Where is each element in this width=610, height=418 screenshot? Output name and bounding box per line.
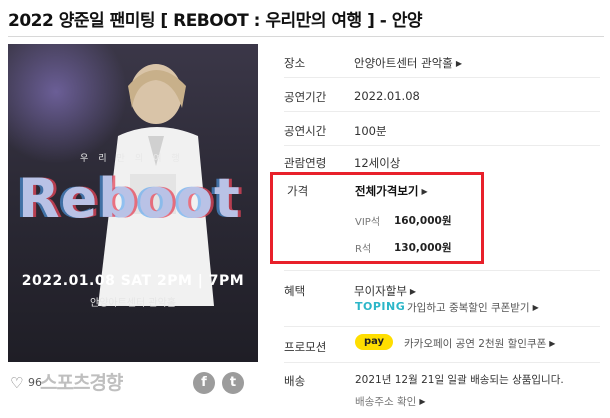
poster-image: 우리만의여행 Reboot 2022.01.08 SAT 2PM | 7PM 안… — [8, 44, 258, 362]
twitter-share-icon[interactable]: t — [222, 372, 244, 394]
vip-price: 160,000원 — [394, 215, 452, 227]
runtime-row: 공연시간 100분 — [284, 114, 604, 144]
triangle-right-icon: ▶ — [549, 339, 556, 348]
title-divider — [8, 36, 604, 37]
poster-subtitle: 우리만의여행 — [80, 154, 190, 164]
promotion-label: 프로모션 — [284, 340, 327, 354]
kakaopay-coupon-text: 카카오페이 공연 2천원 할인쿠폰 — [404, 338, 547, 350]
place-link[interactable]: 안양아트센터 관악홀 ▶ — [354, 55, 462, 71]
full-price-link[interactable]: 전체가격보기 ▶ — [355, 183, 428, 199]
heart-icon[interactable]: ♡ — [10, 374, 23, 392]
triangle-right-icon: ▶ — [421, 187, 428, 196]
price-label: 가격 — [287, 184, 309, 198]
place-value: 안양아트센터 관악홀 — [354, 56, 453, 70]
triangle-right-icon: ▶ — [419, 397, 426, 406]
benefit-value: 무이자할부 — [354, 284, 407, 298]
benefit-link[interactable]: 무이자할부 ▶ — [354, 283, 416, 299]
divider — [284, 270, 600, 271]
poster-big-title: Reboot — [18, 167, 241, 230]
place-row: 장소 안양아트센터 관악홀 ▶ — [284, 46, 604, 76]
benefit-label: 혜택 — [284, 284, 306, 298]
toping-link[interactable]: 가입하고 중복할인 쿠폰받기 ▶ — [407, 300, 539, 315]
place-label: 장소 — [284, 56, 306, 70]
delivery-label: 배송 — [284, 374, 306, 388]
delivery-address-link[interactable]: 배송주소 확인 ▶ — [355, 394, 425, 409]
facebook-share-icon[interactable]: f — [193, 372, 215, 394]
period-value: 2022.01.08 — [354, 89, 420, 103]
kakaopay-coupon-link[interactable]: 카카오페이 공연 2천원 할인쿠폰 ▶ — [404, 336, 555, 351]
period-row: 공연기간 2022.01.08 — [284, 80, 604, 110]
vip-grade: VIP석 — [355, 217, 381, 228]
runtime-value: 100분 — [354, 124, 387, 138]
r-price: 130,000원 — [394, 242, 452, 254]
poster-date: 2022.01.08 SAT 2PM | 7PM — [21, 273, 245, 289]
toping-logo[interactable]: TOPING — [355, 300, 405, 313]
divider — [284, 362, 600, 363]
period-label: 공연기간 — [284, 90, 327, 104]
r-grade: R석 — [355, 244, 372, 255]
triangle-right-icon: ▶ — [409, 287, 417, 296]
runtime-label: 공연시간 — [284, 124, 327, 138]
age-label: 관람연령 — [284, 156, 327, 170]
toping-text: 가입하고 중복할인 쿠폰받기 — [407, 302, 530, 314]
divider — [284, 111, 600, 112]
watermark: 스포츠경향 — [40, 372, 123, 394]
poster-venue: 안양아트센터 관악홀 — [90, 298, 176, 309]
divider — [284, 326, 600, 327]
triangle-right-icon: ▶ — [455, 59, 463, 68]
age-value: 12세이상 — [354, 156, 401, 170]
divider — [284, 77, 600, 78]
triangle-right-icon: ▶ — [532, 303, 539, 312]
full-price-label: 전체가격보기 — [355, 184, 419, 198]
delivery-address-label: 배송주소 확인 — [355, 396, 417, 408]
page-title: 2022 양준일 팬미팅 [ REBOOT : 우리만의 여행 ] - 안양 — [8, 11, 423, 31]
delivery-text: 2021년 12월 21일 일괄 배송되는 상품입니다. — [355, 374, 564, 386]
kakaopay-badge: pay — [355, 334, 393, 350]
